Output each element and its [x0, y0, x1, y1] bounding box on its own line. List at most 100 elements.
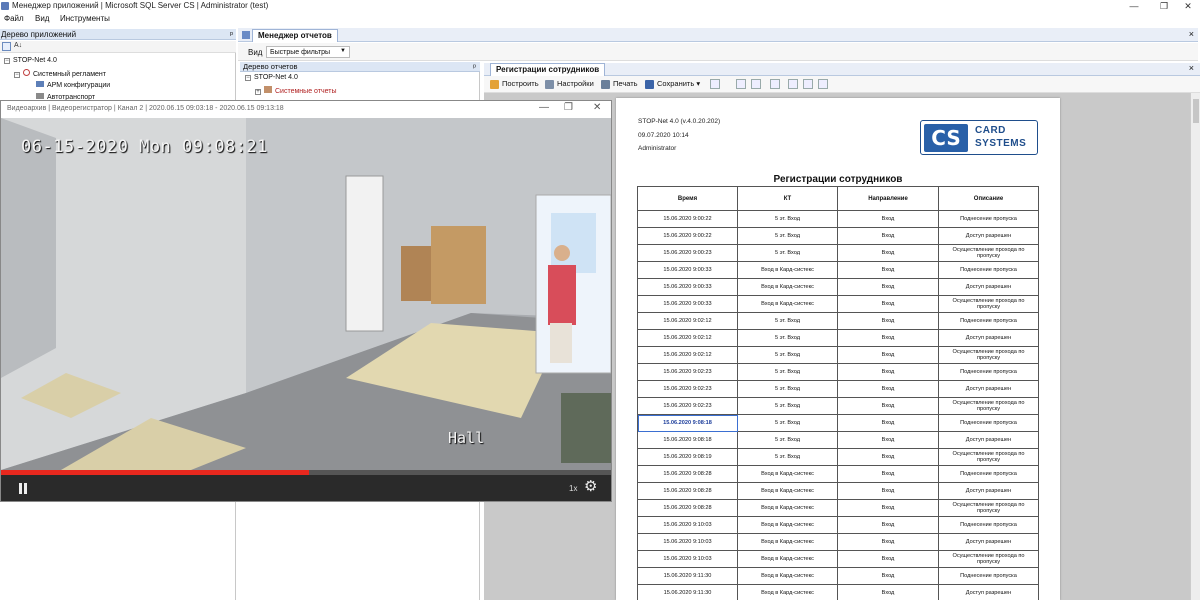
pin-icon[interactable]: ᵖ	[230, 30, 233, 39]
table-row[interactable]: 15.06.2020 9:02:23 5 эт. Вход Вход Доступ р…	[637, 380, 1039, 398]
collapse-icon[interactable]: −	[245, 75, 251, 81]
build-button[interactable]: Построить	[490, 79, 539, 89]
tab-employee-registrations[interactable]: Регистрации сотрудников	[490, 63, 606, 76]
cell-description: Поднесение пропуска	[938, 210, 1039, 228]
zoom-page-icon[interactable]	[788, 79, 798, 89]
table-row[interactable]: 15.06.2020 9:11:30 Вход в Кард-систекс Вхо…	[637, 584, 1039, 600]
cell-checkpoint: Вход в Кард-систекс	[737, 482, 838, 500]
cell-checkpoint: Вход в Кард-систекс	[737, 465, 838, 483]
table-row[interactable]: 15.06.2020 9:08:28 Вход в Кард-систекс Вхо…	[637, 482, 1039, 500]
registrations-table: Время КТ Направление Описание 15.06.2020…	[637, 186, 1039, 600]
table-row[interactable]: 15.06.2020 9:08:19 5 эт. Вход Вход Осуществ…	[637, 448, 1039, 466]
menu-tools[interactable]: Инструменты	[60, 14, 110, 23]
cell-direction: Вход	[837, 516, 939, 534]
table-row[interactable]: 15.06.2020 9:08:28 Вход в Кард-систекс Вхо…	[637, 465, 1039, 483]
cell-time: 15.06.2020 9:02:23	[637, 397, 738, 415]
table-row[interactable]: 15.06.2020 9:00:23 5 эт. Вход Вход Осуществ…	[637, 244, 1039, 262]
tab-report-manager[interactable]: Менеджер отчетов	[252, 29, 338, 42]
close-tab-icon[interactable]: ×	[1189, 63, 1194, 73]
close-tab-icon[interactable]: ×	[1189, 29, 1194, 39]
vertical-scrollbar[interactable]	[1190, 93, 1200, 600]
table-row[interactable]: 15.06.2020 9:08:18 5 эт. Вход Вход Поднесен…	[637, 414, 1039, 432]
table-row[interactable]: 15.06.2020 9:10:03 Вход в Кард-систекс Вхо…	[637, 516, 1039, 534]
pause-icon[interactable]	[19, 483, 27, 494]
page-icon[interactable]	[736, 79, 746, 89]
expand-icon[interactable]: +	[255, 89, 261, 95]
table-row[interactable]: 15.06.2020 9:00:22 5 эт. Вход Вход Поднесен…	[637, 210, 1039, 228]
table-row[interactable]: 15.06.2020 9:08:28 Вход в Кард-систекс Вхо…	[637, 499, 1039, 517]
cell-time: 15.06.2020 9:11:30	[637, 567, 738, 585]
menu-file[interactable]: Файл	[4, 14, 24, 23]
collapse-icon[interactable]: −	[4, 58, 10, 64]
cell-direction: Вход	[837, 380, 939, 398]
scrollbar-thumb[interactable]	[1193, 99, 1199, 123]
table-row[interactable]: 15.06.2020 9:08:18 5 эт. Вход Вход Доступ р…	[637, 431, 1039, 449]
report-tree-item-system-reports[interactable]: + Системные отчеты	[255, 86, 337, 95]
print-button[interactable]: Печать	[601, 79, 638, 89]
cell-direction: Вход	[837, 210, 939, 228]
maximize-button[interactable]: ❐	[564, 102, 573, 113]
table-row[interactable]: 15.06.2020 9:02:12 5 эт. Вход Вход Осуществ…	[637, 346, 1039, 364]
cell-direction: Вход	[837, 465, 939, 483]
printer-icon	[601, 79, 610, 89]
table-row[interactable]: 15.06.2020 9:02:23 5 эт. Вход Вход Осуществ…	[637, 397, 1039, 415]
cell-time: 15.06.2020 9:00:33	[637, 278, 738, 296]
table-row[interactable]: 15.06.2020 9:02:23 5 эт. Вход Вход Поднесен…	[637, 363, 1039, 381]
cell-checkpoint: 5 эт. Вход	[737, 210, 838, 228]
cell-checkpoint: Вход в Кард-систекс	[737, 499, 838, 517]
video-controls: 1x ⚙	[1, 475, 611, 501]
close-button[interactable]: ✕	[1177, 0, 1199, 12]
menu-view[interactable]: Вид	[35, 14, 49, 23]
gear-icon[interactable]: ⚙	[584, 479, 597, 495]
sort-alpha-icon[interactable]: A↓	[14, 42, 22, 49]
table-row[interactable]: 15.06.2020 9:02:12 5 эт. Вход Вход Поднесен…	[637, 312, 1039, 330]
cell-checkpoint: 5 эт. Вход	[737, 346, 838, 364]
video-archive-window: Видеоархив | Видеорегистратор | Канал 2 …	[0, 100, 612, 502]
table-row[interactable]: 15.06.2020 9:00:22 5 эт. Вход Вход Доступ р…	[637, 227, 1039, 245]
app-tree-toolbar: A↓	[0, 41, 236, 53]
cell-direction: Вход	[837, 499, 939, 517]
table-row[interactable]: 15.06.2020 9:00:33 Вход в Кард-систекс Вхо…	[637, 261, 1039, 279]
export-icon[interactable]	[710, 79, 720, 89]
table-row[interactable]: 15.06.2020 9:10:03 Вход в Кард-систекс Вхо…	[637, 533, 1039, 551]
report-tree-item-stopnet[interactable]: − STOP-Net 4.0	[245, 74, 298, 81]
tree-item-arm-config[interactable]: АРМ конфигурации	[36, 81, 110, 89]
layout-icon[interactable]	[751, 79, 761, 89]
tree-item-stopnet[interactable]: − STOP-Net 4.0	[4, 57, 57, 64]
table-row[interactable]: 15.06.2020 9:00:33 Вход в Кард-систекс Вхо…	[637, 295, 1039, 313]
minimize-button[interactable]: —	[539, 102, 549, 113]
view-select[interactable]: Быстрые фильтры ▼	[266, 46, 350, 58]
minimize-button[interactable]: —	[1123, 0, 1145, 12]
cell-description: Осуществление прохода по пропуску	[938, 244, 1039, 262]
cell-time: 15.06.2020 9:11:30	[637, 584, 738, 600]
save-button[interactable]: Сохранить ▾	[645, 79, 700, 89]
settings-button[interactable]: Настройки	[545, 79, 594, 89]
cell-description: Осуществление прохода по пропуску	[938, 448, 1039, 466]
pin-icon[interactable]: ᵖ	[473, 62, 476, 71]
tree-view-icon[interactable]	[2, 42, 11, 51]
report-tree-title: Дерево отчетов	[243, 62, 298, 71]
cell-direction: Вход	[837, 414, 939, 432]
maximize-button[interactable]: ❐	[1153, 0, 1175, 12]
binoculars-icon[interactable]	[770, 79, 780, 89]
zoom-full-icon[interactable]	[818, 79, 828, 89]
zoom-width-icon[interactable]	[803, 79, 813, 89]
collapse-icon[interactable]: −	[14, 72, 20, 78]
table-row[interactable]: 15.06.2020 9:11:30 Вход в Кард-систекс Вхо…	[637, 567, 1039, 585]
tree-item-system-regulation[interactable]: − Системный регламент	[14, 69, 106, 78]
window-title: Менеджер приложений | Microsoft SQL Serv…	[12, 1, 269, 10]
report-manager-tabbar: Менеджер отчетов ×	[238, 28, 1198, 42]
playback-speed[interactable]: 1x	[569, 484, 577, 493]
table-row[interactable]: 15.06.2020 9:00:33 Вход в Кард-систекс Вхо…	[637, 278, 1039, 296]
folder-icon	[264, 86, 272, 93]
app-icon	[1, 2, 9, 10]
close-button[interactable]: ✕	[593, 102, 601, 113]
table-row[interactable]: 15.06.2020 9:02:12 5 эт. Вход Вход Доступ р…	[637, 329, 1039, 347]
report-manager-icon	[242, 31, 250, 39]
view-label: Вид	[248, 48, 263, 57]
table-row[interactable]: 15.06.2020 9:10:03 Вход в Кард-систекс Вхо…	[637, 550, 1039, 568]
cell-description: Осуществление прохода по пропуску	[938, 499, 1039, 517]
camera-frame[interactable]: 06-15-2020 Mon 09:08:21 Hall	[1, 118, 611, 470]
cell-description: Осуществление прохода по пропуску	[938, 346, 1039, 364]
cell-description: Доступ разрешен	[938, 329, 1039, 347]
